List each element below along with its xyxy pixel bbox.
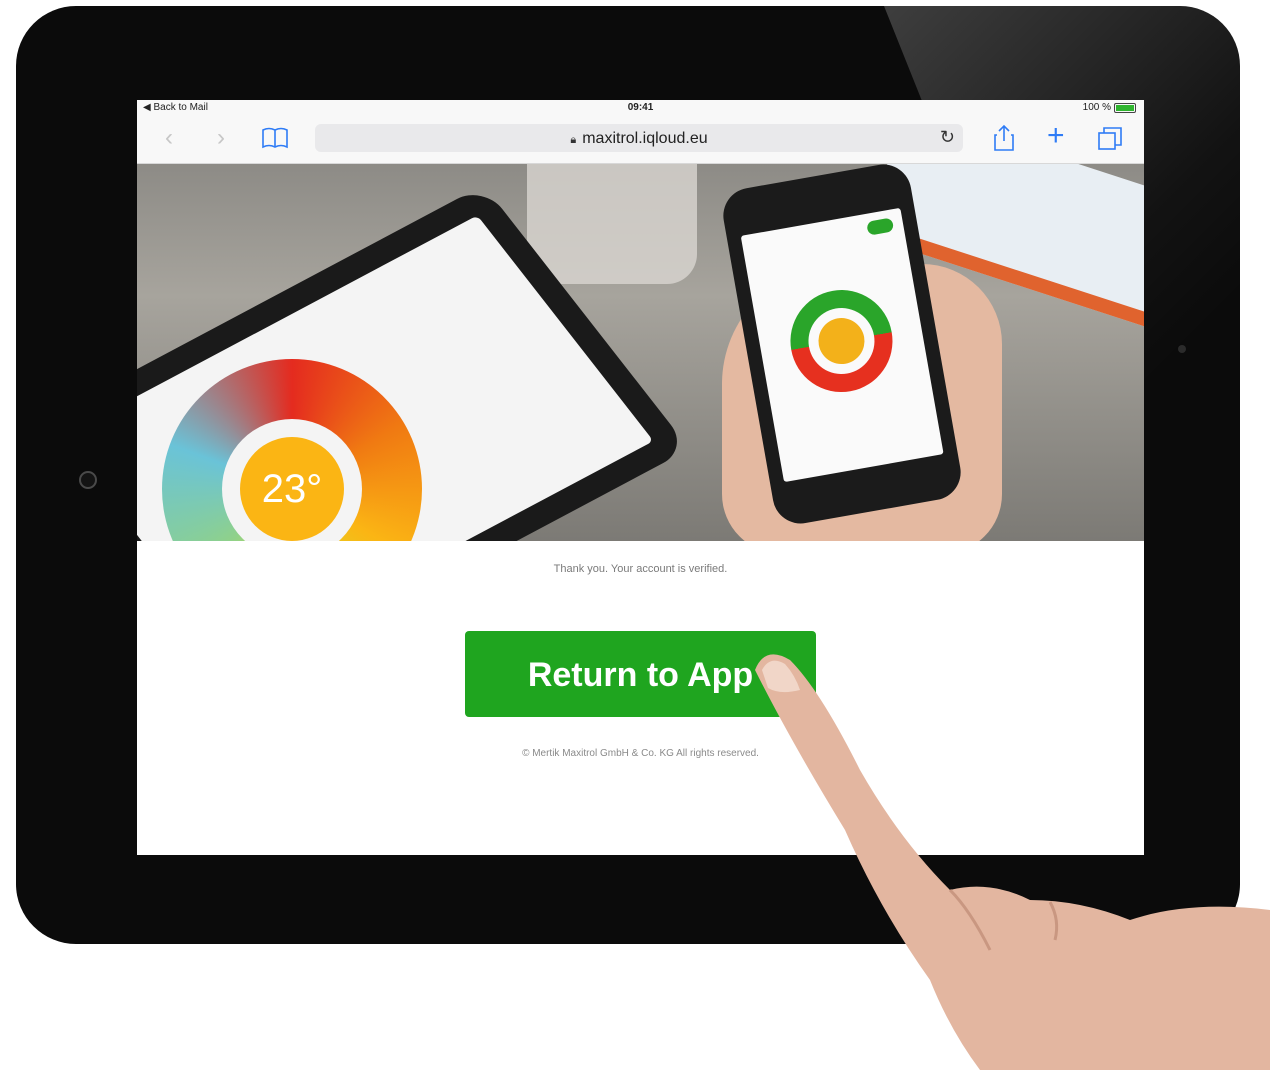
verified-message: Thank you. Your account is verified. [553,563,728,575]
browser-toolbar: ‹ › 🔒︎ maxitrol.iqloud.eu ↻ + [137,116,1144,164]
url-text: maxitrol.iqloud.eu [582,130,708,147]
new-tab-icon[interactable]: + [1047,121,1065,151]
home-button[interactable] [79,471,97,489]
bookmarks-icon[interactable] [261,126,289,157]
status-bar: ◀ Back to Mail 09:41 100 % [137,100,1144,116]
start-stop-dial [782,281,901,401]
address-bar[interactable]: 🔒︎ maxitrol.iqloud.eu ↻ [315,124,963,152]
status-time: 09:41 [627,102,654,113]
mug-photo [527,164,697,284]
tablet-frame: ◀ Back to Mail 09:41 100 % ‹ › 🔒︎ maxitro… [16,6,1240,944]
hero-image: 23° [137,164,1144,541]
reload-icon[interactable]: ↻ [940,127,955,148]
battery-status: 100 % [1083,102,1136,113]
battery-icon [1114,102,1136,113]
forward-chevron-icon[interactable]: › [217,124,225,152]
battery-percent: 100 % [1082,102,1111,113]
share-icon[interactable] [993,124,1015,159]
copyright-text: © Mertik Maxitrol GmbH & Co. KG All righ… [522,748,759,759]
front-camera [1178,345,1186,353]
lock-icon: 🔒︎ [570,134,577,146]
dial-temperature: 23° [240,437,344,541]
phone-toggle [866,217,895,236]
tabs-icon[interactable] [1097,126,1123,159]
tablet-screen: ◀ Back to Mail 09:41 100 % ‹ › 🔒︎ maxitro… [137,100,1144,855]
back-chevron-icon[interactable]: ‹ [165,124,173,152]
return-to-app-button[interactable]: Return to App [465,631,816,717]
